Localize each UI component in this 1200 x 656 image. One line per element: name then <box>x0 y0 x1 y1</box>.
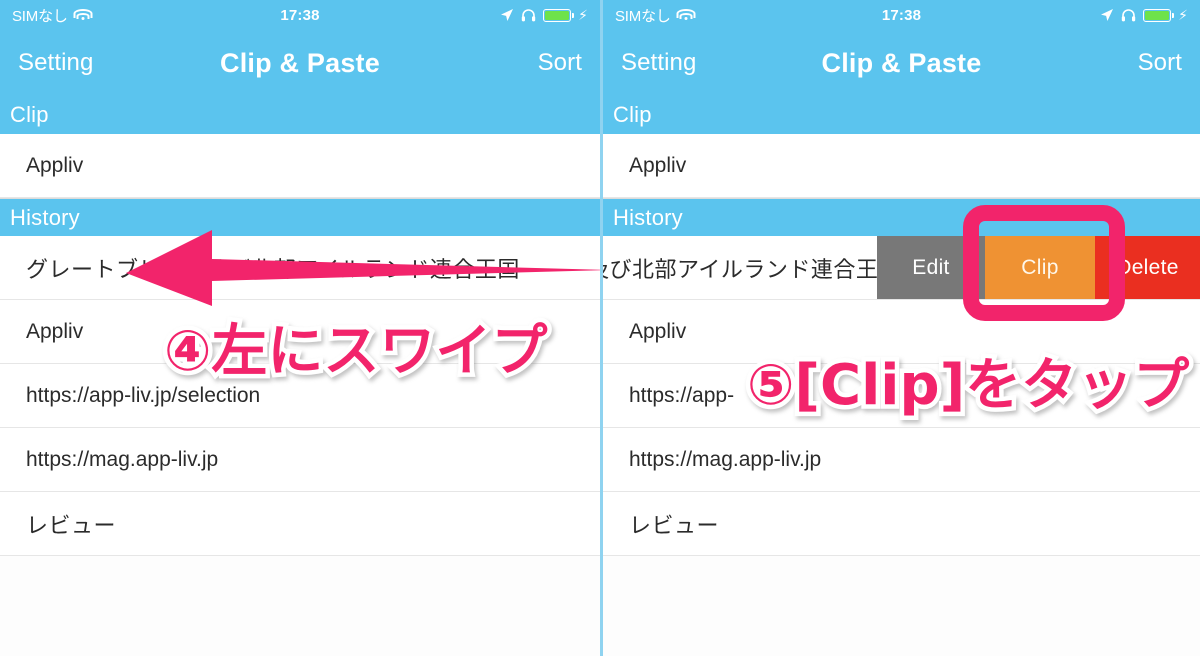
navigation-bar: Setting Clip & Paste Sort <box>603 30 1200 96</box>
battery-icon <box>1143 8 1175 22</box>
list-item[interactable]: https://app-liv.jp/selection <box>0 364 600 428</box>
sort-button[interactable]: Sort <box>1138 49 1182 77</box>
status-bar-right: ⚡ <box>1100 8 1188 22</box>
sort-button[interactable]: Sort <box>538 49 582 77</box>
location-arrow-icon <box>500 8 514 22</box>
list-item-swiped[interactable]: グレートブリテン及び北部アイルランド連合王国 Edit Clip Delete <box>603 236 1200 300</box>
section-header-clip: Clip <box>603 96 1200 134</box>
swipe-delete-button[interactable]: Delete <box>1095 236 1200 299</box>
list-item[interactable]: レビュー <box>0 492 600 556</box>
wifi-icon <box>676 8 696 22</box>
headphones-icon <box>521 8 536 22</box>
carrier-label: SIMなし <box>12 7 68 25</box>
status-bar-left: SIMなし <box>12 5 93 26</box>
clipboard-list: Clip Appliv History グレートブリテン及び北部アイルランド連合… <box>603 96 1200 556</box>
status-bar: SIMなし 17:38 ⚡ <box>603 0 1200 30</box>
setting-button[interactable]: Setting <box>18 49 93 77</box>
status-bar: SIMなし 17:38 ⚡ <box>0 0 600 30</box>
section-header-history: History <box>0 198 600 236</box>
swipe-edit-button[interactable]: Edit <box>877 236 985 299</box>
right-screen: SIMなし 17:38 ⚡ Setting Clip & Paste Sort … <box>600 0 1200 656</box>
status-bar-left: SIMなし <box>615 5 696 26</box>
wifi-icon <box>73 8 93 22</box>
list-item[interactable]: グレートブリテン及び北部アイルランド連合王国 <box>0 236 600 300</box>
list-item[interactable]: Appliv <box>603 134 1200 198</box>
list-item[interactable]: https://app- <box>603 364 1200 428</box>
section-header-clip: Clip <box>0 96 600 134</box>
clipboard-list: Clip Appliv History グレートブリテン及び北部アイルランド連合… <box>0 96 600 556</box>
headphones-icon <box>1121 8 1136 22</box>
tutorial-screenshot-pair: SIMなし 17:38 ⚡ Setting Clip & Paste Sort … <box>0 0 1200 656</box>
list-item[interactable]: https://mag.app-liv.jp <box>603 428 1200 492</box>
status-bar-right: ⚡ <box>500 8 588 22</box>
battery-icon <box>543 8 575 22</box>
list-item[interactable]: https://mag.app-liv.jp <box>0 428 600 492</box>
swipe-clip-button[interactable]: Clip <box>985 236 1095 299</box>
lightning-bolt-icon: ⚡ <box>578 7 588 23</box>
list-item[interactable]: Appliv <box>0 134 600 198</box>
lightning-bolt-icon: ⚡ <box>1178 7 1188 23</box>
left-screen: SIMなし 17:38 ⚡ Setting Clip & Paste Sort … <box>0 0 600 656</box>
navigation-bar: Setting Clip & Paste Sort <box>0 30 600 96</box>
list-item[interactable]: レビュー <box>603 492 1200 556</box>
list-item[interactable]: Appliv <box>603 300 1200 364</box>
carrier-label: SIMなし <box>615 7 671 25</box>
list-item[interactable]: Appliv <box>0 300 600 364</box>
swipe-action-bar: Edit Clip Delete <box>877 236 1200 299</box>
list-item-label: グレートブリテン及び北部アイルランド連合王国 <box>603 256 901 282</box>
location-arrow-icon <box>1100 8 1114 22</box>
setting-button[interactable]: Setting <box>621 49 696 77</box>
section-header-history: History <box>603 198 1200 236</box>
